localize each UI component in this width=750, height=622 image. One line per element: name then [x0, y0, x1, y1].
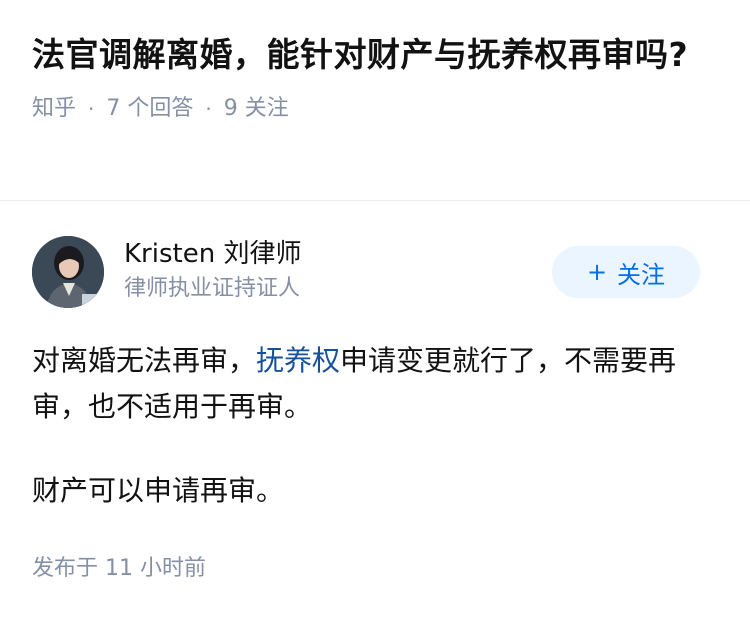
- plus-icon: +: [586, 258, 608, 286]
- section-divider: [0, 200, 750, 201]
- avatar-portrait: [32, 236, 104, 308]
- question-meta: 知乎 · 7 个回答 · 9 关注: [32, 92, 722, 126]
- follow-count[interactable]: 9 关注: [224, 92, 289, 126]
- question-header: 法官调解离婚，能针对财产与抚养权再审吗? 知乎 · 7 个回答 · 9 关注: [32, 30, 722, 126]
- meta-separator: ·: [88, 97, 95, 121]
- keyword-link[interactable]: 抚养权: [256, 344, 340, 377]
- author-row: Kristen 刘律师 律师执业证持证人 + 关注: [32, 236, 700, 308]
- answer-paragraph: 对离婚无法再审，抚养权申请变更就行了，不需要再审，也不适用于再审。: [32, 338, 712, 430]
- follow-button[interactable]: + 关注: [552, 246, 700, 298]
- author-name[interactable]: Kristen 刘律师: [124, 236, 301, 272]
- avatar[interactable]: [32, 236, 104, 308]
- answer-count[interactable]: 7 个回答: [106, 92, 193, 126]
- author-info: Kristen 刘律师 律师执业证持证人: [124, 236, 301, 306]
- follow-button-label: 关注: [617, 260, 666, 289]
- meta-separator: ·: [205, 97, 212, 121]
- answer-text: 对离婚无法再审，: [32, 344, 257, 377]
- answer-content: 对离婚无法再审，抚养权申请变更就行了，不需要再审，也不适用于再审。 财产可以申请…: [32, 338, 712, 552]
- author-badge: 律师执业证持证人: [124, 276, 301, 301]
- answer-time: 发布于 11 小时前: [32, 556, 206, 581]
- answer-paragraph: 财产可以申请再审。: [32, 474, 285, 507]
- question-title[interactable]: 法官调解离婚，能针对财产与抚养权再审吗?: [32, 30, 722, 80]
- source-label[interactable]: 知乎: [32, 92, 76, 126]
